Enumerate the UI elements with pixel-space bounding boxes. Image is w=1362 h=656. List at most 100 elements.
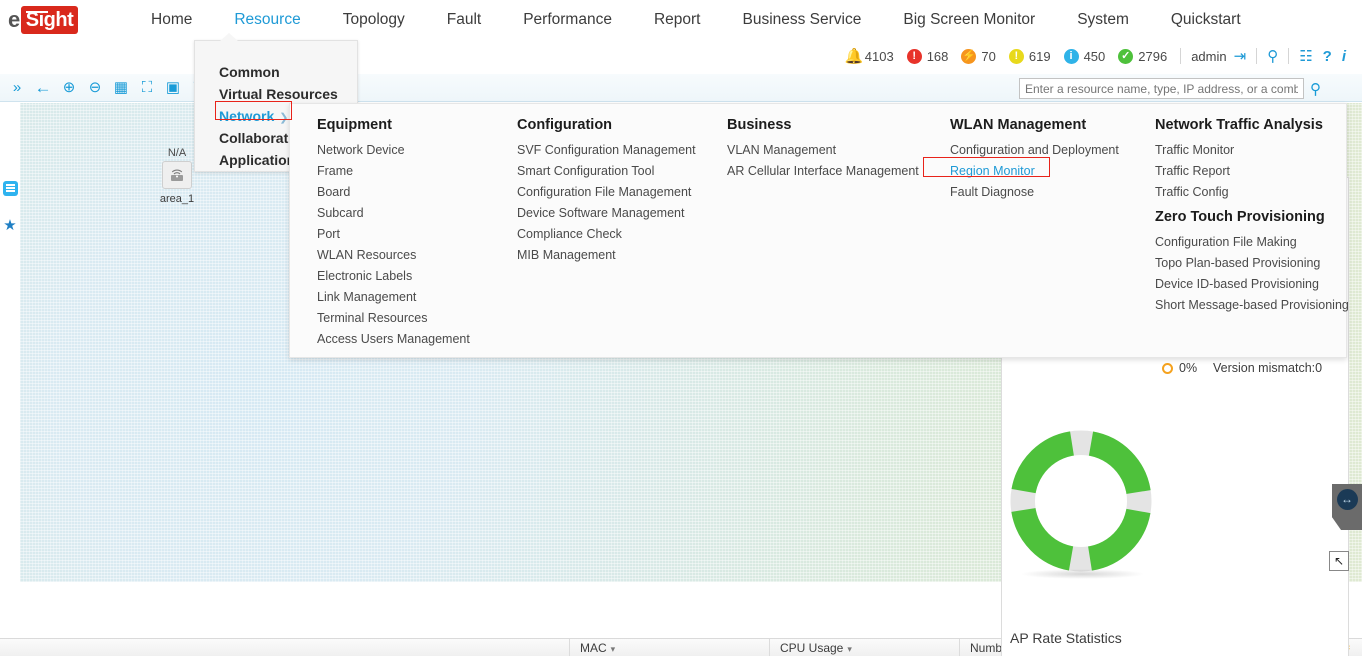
chevron-down-icon[interactable]: ▾ — [847, 644, 852, 654]
alarm-count-major: 70 — [981, 48, 996, 64]
esight-application-window: e Sight Home Resource Topology Fault Perf… — [0, 0, 1362, 656]
submenu-item-smart-configuration-tool[interactable]: Smart Configuration Tool — [517, 161, 700, 182]
sitemap-icon[interactable]: ☷ — [1299, 49, 1312, 64]
esight-logo[interactable]: e Sight — [8, 6, 79, 34]
submenu-item-frame[interactable]: Frame — [317, 161, 490, 182]
zoom-in-icon[interactable]: ⊕ — [56, 79, 82, 96]
nav-item-fault[interactable]: Fault — [426, 0, 502, 40]
stat-label: Version mismatch:0 — [1213, 361, 1323, 375]
favorites-star-icon[interactable]: ★ — [0, 214, 20, 236]
back-arrow-icon[interactable]: ← — [30, 79, 56, 96]
nav-item-topology[interactable]: Topology — [322, 0, 426, 40]
select-area-icon[interactable]: ▣ — [160, 79, 186, 96]
alarm-counter-critical[interactable]: ! 168 — [906, 48, 949, 64]
submenu-item-ar-cellular-interface-management[interactable]: AR Cellular Interface Management — [727, 161, 923, 182]
stat-percent: 0% — [1179, 361, 1198, 375]
info-alarm-icon: i — [1063, 48, 1079, 64]
ap-rate-statistics-title: AP Rate Statistics — [1010, 630, 1122, 646]
alarm-count-normal: 2796 — [1138, 48, 1168, 64]
nav-item-report[interactable]: Report — [633, 0, 722, 40]
menu-category-virtual-resources[interactable]: Virtual Resources — [195, 83, 357, 105]
search-icon[interactable]: ⚲ — [1310, 80, 1321, 98]
submenu-item-configuration-and-deployment[interactable]: Configuration and Deployment — [950, 140, 1128, 161]
submenu-item-device-software-management[interactable]: Device Software Management — [517, 203, 700, 224]
alarm-counter-major[interactable]: ⚡ 70 — [961, 48, 996, 64]
nav-item-big-screen-monitor[interactable]: Big Screen Monitor — [882, 0, 1056, 40]
nav-item-business-service[interactable]: Business Service — [721, 0, 882, 40]
wireless-ap-icon — [162, 161, 192, 189]
device-status-donut-chart — [1006, 426, 1166, 586]
submenu-item-device-id-based-provisioning[interactable]: Device ID-based Provisioning — [1155, 274, 1338, 295]
actual-size-icon[interactable]: ▦ — [108, 79, 134, 96]
status-divider-3 — [1288, 48, 1290, 64]
map-side-icon-bar: ★ — [0, 177, 20, 251]
logo-brand: Sight — [20, 6, 79, 34]
submenu-item-configuration-file-management[interactable]: Configuration File Management — [517, 182, 700, 203]
submenu-item-svf-configuration-management[interactable]: SVF Configuration Management — [517, 140, 700, 161]
status-divider-1 — [1180, 48, 1182, 64]
current-user-label[interactable]: admin — [1191, 49, 1226, 64]
critical-alarm-icon: ! — [906, 48, 922, 64]
submenu-item-traffic-config[interactable]: Traffic Config — [1155, 182, 1338, 203]
donut-shadow — [1020, 569, 1145, 579]
submenu-column-wlan-management: WLAN Management Configuration and Deploy… — [923, 117, 1128, 357]
column-label: CPU Usage — [780, 640, 844, 655]
status-ring-icon — [1162, 362, 1173, 374]
submenu-item-port[interactable]: Port — [317, 224, 490, 245]
network-submenu-panel: Equipment Network Device Frame Board Sub… — [289, 103, 1349, 358]
menu-caret-icon — [220, 33, 238, 41]
submenu-item-compliance-check[interactable]: Compliance Check — [517, 224, 700, 245]
normal-status-icon: ✓ — [1118, 48, 1134, 64]
submenu-item-traffic-report[interactable]: Traffic Report — [1155, 161, 1338, 182]
alarm-status-bar: 🔔 4103 ! 168 ⚡ 70 ! 619 i 450 ✓ 2796 adm… — [845, 44, 1356, 68]
chevron-down-icon[interactable]: ▾ — [611, 644, 616, 654]
submenu-item-access-users-management[interactable]: Access Users Management — [317, 329, 490, 350]
submenu-item-mib-management[interactable]: MIB Management — [517, 245, 700, 266]
submenu-column-configuration: Configuration SVF Configuration Manageme… — [490, 117, 700, 357]
table-header-mac[interactable]: MAC ▾ — [570, 638, 770, 656]
zoom-out-icon[interactable]: ⊖ — [82, 79, 108, 96]
chevron-right-icon: ❯ — [279, 112, 289, 124]
nav-item-quickstart[interactable]: Quickstart — [1150, 0, 1262, 40]
legend-panel-icon[interactable] — [0, 177, 20, 199]
submenu-item-fault-diagnose[interactable]: Fault Diagnose — [950, 182, 1128, 203]
alarm-counter-minor[interactable]: ! 619 — [1008, 48, 1051, 64]
logout-icon[interactable]: ⇥ — [1234, 49, 1247, 64]
submenu-item-short-message-based-provisioning[interactable]: Short Message-based Provisioning — [1155, 295, 1349, 316]
resize-handle-icon[interactable]: ↔ — [1332, 484, 1362, 530]
expand-panel-icon[interactable]: » — [4, 79, 30, 96]
alarm-counter-info[interactable]: i 450 — [1063, 48, 1105, 64]
help-icon[interactable]: ? — [1323, 49, 1332, 64]
submenu-item-board[interactable]: Board — [317, 182, 490, 203]
submenu-item-configuration-file-making[interactable]: Configuration File Making — [1155, 232, 1338, 253]
minor-alarm-icon: ! — [1008, 48, 1024, 64]
submenu-item-electronic-labels[interactable]: Electronic Labels — [317, 266, 490, 287]
collapse-arrow-icon[interactable]: ↖ — [1329, 551, 1349, 571]
submenu-heading: Configuration — [517, 117, 613, 133]
search-icon[interactable]: ⚲ — [1267, 49, 1278, 64]
search-input[interactable] — [1019, 78, 1304, 99]
nav-item-performance[interactable]: Performance — [502, 0, 633, 40]
nav-item-system[interactable]: System — [1056, 0, 1150, 40]
submenu-item-subcard[interactable]: Subcard — [317, 203, 490, 224]
submenu-item-vlan-management[interactable]: VLAN Management — [727, 140, 923, 161]
submenu-item-traffic-monitor[interactable]: Traffic Monitor — [1155, 140, 1338, 161]
submenu-item-topo-plan-based-provisioning[interactable]: Topo Plan-based Provisioning — [1155, 253, 1338, 274]
submenu-item-network-device[interactable]: Network Device — [317, 140, 490, 161]
alarm-count-critical: 168 — [926, 48, 949, 64]
submenu-column-network-traffic-analysis: Network Traffic Analysis Traffic Monitor… — [1128, 117, 1349, 357]
major-alarm-icon: ⚡ — [961, 48, 977, 64]
fit-to-screen-icon[interactable]: ⛶ — [134, 79, 160, 96]
menu-category-common[interactable]: Common — [195, 61, 357, 83]
alarm-counter-bell[interactable]: 🔔 4103 — [845, 49, 894, 64]
about-icon[interactable]: i — [1342, 49, 1346, 64]
submenu-item-link-management[interactable]: Link Management — [317, 287, 490, 308]
table-header-cpu-usage[interactable]: CPU Usage ▾ — [770, 638, 960, 656]
column-label: MAC — [580, 640, 607, 655]
alarm-counter-normal[interactable]: ✓ 2796 — [1118, 48, 1168, 64]
submenu-item-region-monitor[interactable]: Region Monitor — [950, 161, 1128, 182]
submenu-item-wlan-resources[interactable]: WLAN Resources — [317, 245, 490, 266]
submenu-item-terminal-resources[interactable]: Terminal Resources — [317, 308, 490, 329]
alarm-count-total: 4103 — [864, 48, 894, 64]
nav-item-home[interactable]: Home — [130, 0, 213, 40]
